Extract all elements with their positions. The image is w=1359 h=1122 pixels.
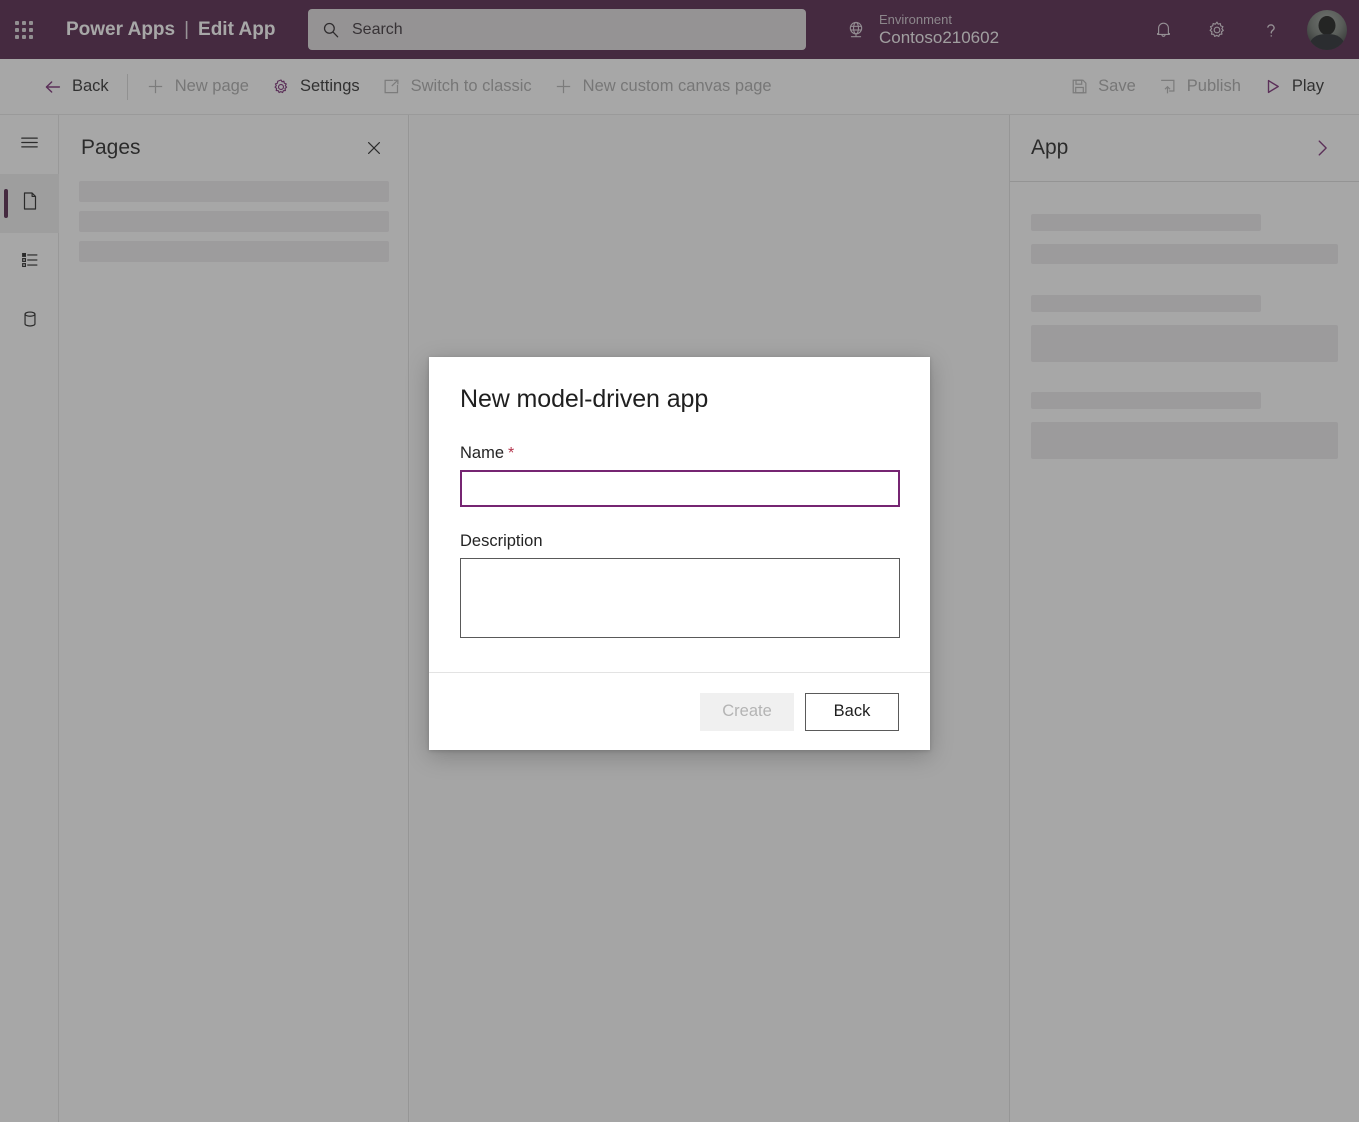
description-input[interactable] — [460, 558, 900, 638]
hamburger-icon — [18, 131, 41, 159]
app-panel-header: App — [1010, 115, 1359, 182]
play-label: Play — [1292, 77, 1324, 96]
switch-to-classic-button[interactable]: Switch to classic — [371, 59, 543, 115]
help-icon[interactable] — [1251, 10, 1291, 50]
chevron-right-icon[interactable] — [1309, 135, 1335, 161]
environment-value: Contoso210602 — [879, 28, 999, 49]
app-panel-title: App — [1031, 136, 1068, 160]
settings-button[interactable]: Settings — [260, 59, 371, 115]
brand-subtitle: Edit App — [198, 19, 275, 41]
settings-gear-icon[interactable] — [1197, 10, 1237, 50]
play-icon — [1263, 77, 1283, 97]
left-rail — [0, 115, 59, 1122]
brand[interactable]: Power Apps | Edit App — [66, 19, 275, 41]
new-custom-canvas-page-button[interactable]: New custom canvas page — [543, 59, 783, 115]
skeleton-row — [1031, 325, 1338, 362]
new-page-label: New page — [175, 77, 249, 96]
skeleton-row — [1031, 392, 1261, 409]
sidebar-item-pages[interactable] — [0, 174, 59, 233]
save-label: Save — [1098, 77, 1136, 96]
dialog-back-button[interactable]: Back — [805, 693, 899, 731]
skeleton-row — [79, 181, 389, 202]
app-launcher-icon[interactable] — [0, 0, 48, 59]
publish-label: Publish — [1187, 77, 1241, 96]
dialog-footer: Create Back — [429, 672, 930, 750]
play-button[interactable]: Play — [1252, 59, 1335, 115]
command-divider — [127, 74, 128, 100]
notifications-icon[interactable] — [1143, 10, 1183, 50]
create-button[interactable]: Create — [700, 693, 794, 731]
required-asterisk: * — [508, 446, 514, 462]
waffle-grid — [15, 21, 33, 39]
header-actions — [1143, 0, 1347, 59]
new-custom-canvas-page-label: New custom canvas page — [583, 77, 772, 96]
plus-icon — [146, 77, 166, 97]
navigation-list-icon — [19, 249, 41, 276]
arrow-left-icon — [43, 77, 63, 97]
plus-icon — [554, 77, 574, 97]
skeleton-row — [1031, 244, 1338, 264]
skeleton-row — [1031, 422, 1338, 459]
settings-label: Settings — [300, 77, 360, 96]
pages-panel: Pages — [60, 115, 409, 1122]
sidebar-item-navigation[interactable] — [0, 233, 59, 292]
app-skeleton-list — [1010, 182, 1359, 459]
new-model-driven-app-dialog: New model-driven app Name * Description … — [429, 357, 930, 750]
pages-panel-header: Pages — [60, 115, 408, 181]
sidebar-item-data[interactable] — [0, 292, 59, 351]
dialog-body: New model-driven app Name * Description — [429, 357, 930, 672]
skeleton-row — [79, 241, 389, 262]
description-label-text: Description — [460, 532, 543, 551]
close-icon[interactable] — [360, 134, 388, 162]
command-bar: Back New page Settings — [0, 59, 1359, 115]
search-placeholder: Search — [352, 21, 403, 39]
brand-separator: | — [184, 19, 189, 41]
new-page-button[interactable]: New page — [135, 59, 260, 115]
page-icon — [19, 190, 41, 217]
pages-skeleton-list — [60, 181, 408, 262]
command-bar-right: Save Publish Play — [1058, 59, 1335, 115]
top-header: Power Apps | Edit App Search — [0, 0, 1359, 59]
name-label-text: Name — [460, 444, 504, 463]
environment-label: Environment — [879, 12, 999, 28]
environment-selector[interactable]: Environment Contoso210602 — [845, 9, 999, 51]
switch-to-classic-label: Switch to classic — [411, 77, 532, 96]
pages-panel-title: Pages — [81, 136, 141, 160]
name-input[interactable] — [460, 470, 900, 507]
back-button-label: Back — [72, 77, 109, 96]
publish-button[interactable]: Publish — [1147, 59, 1252, 115]
environment-text: Environment Contoso210602 — [879, 12, 999, 49]
description-field-label: Description — [460, 532, 899, 551]
gear-icon — [271, 77, 291, 97]
database-icon — [19, 308, 41, 335]
brand-name: Power Apps — [66, 19, 175, 41]
search-icon — [322, 21, 340, 39]
save-icon — [1069, 77, 1089, 97]
app-properties-panel: App — [1009, 115, 1359, 1122]
back-button[interactable]: Back — [32, 59, 120, 115]
skeleton-row — [79, 211, 389, 232]
sidebar-item-menu-toggle[interactable] — [0, 115, 59, 174]
skeleton-row — [1031, 214, 1261, 231]
name-field-label: Name * — [460, 444, 899, 463]
globe-icon — [845, 19, 867, 41]
avatar[interactable] — [1307, 10, 1347, 50]
field-spacer — [460, 507, 899, 532]
search-box[interactable]: Search — [308, 9, 806, 50]
skeleton-row — [1031, 295, 1261, 312]
open-external-icon — [382, 77, 402, 97]
publish-icon — [1158, 77, 1178, 97]
save-button[interactable]: Save — [1058, 59, 1147, 115]
dialog-title: New model-driven app — [460, 385, 899, 414]
app-root: Power Apps | Edit App Search — [0, 0, 1359, 1122]
